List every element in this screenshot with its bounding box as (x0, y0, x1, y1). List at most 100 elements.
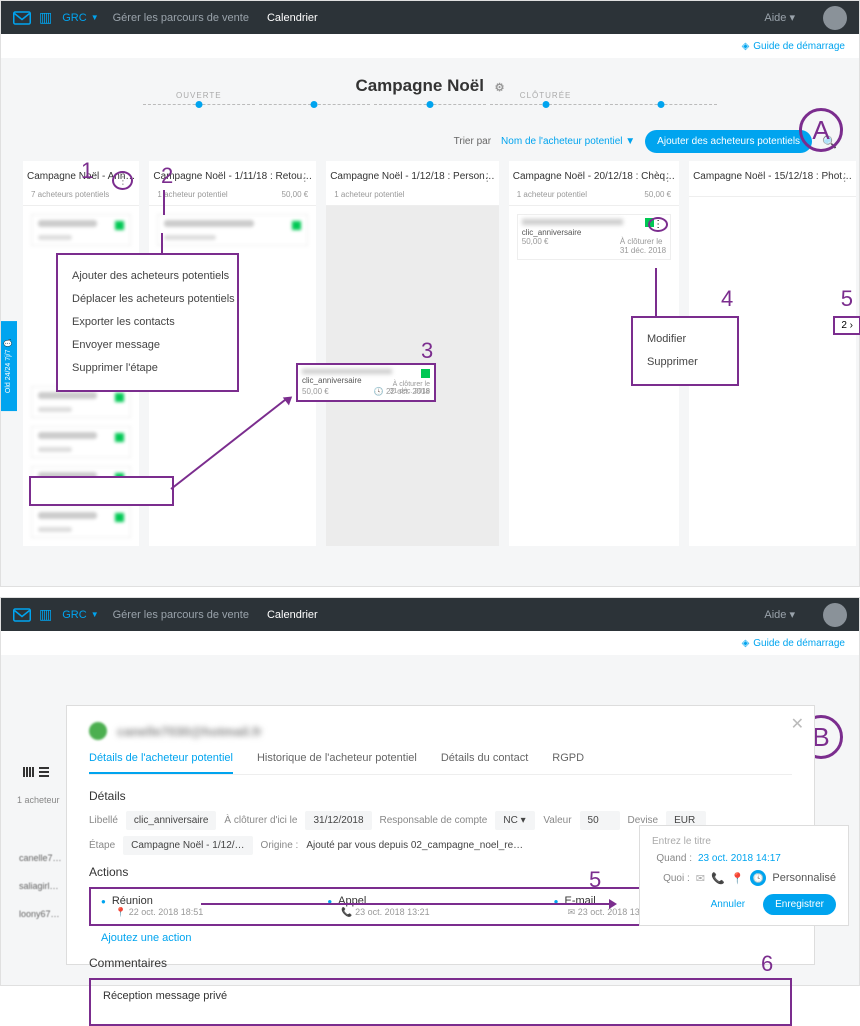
column-menu-icon[interactable]: ⋮ (299, 171, 310, 184)
list-item[interactable]: canelle70… (19, 853, 63, 863)
mail-icon[interactable]: ✉ (696, 872, 705, 885)
sub-bar: ◈ Guide de démarrage (1, 34, 859, 58)
stage-field[interactable]: Campagne Noël - 1/12/… (123, 836, 252, 855)
pager-next[interactable]: 2 › (833, 316, 860, 335)
mail-icon[interactable] (13, 608, 31, 622)
lead-card[interactable] (31, 214, 131, 246)
tab-contact-details[interactable]: Détails du contact (441, 752, 528, 774)
add-leads-button[interactable]: Ajouter des acheteurs potentiels (645, 130, 812, 153)
menu-item-add-leads[interactable]: Ajouter des acheteurs potentiels (72, 265, 223, 288)
avatar[interactable] (823, 6, 847, 30)
campaign-title: Campagne Noël (355, 76, 483, 95)
clock-icon[interactable]: 🕓 (750, 870, 766, 886)
app-icon[interactable]: ▥ (39, 9, 52, 26)
when-date-link[interactable]: 23 oct. 2018 14:17 (698, 853, 781, 864)
lead-count: 1 acheteur (17, 795, 60, 805)
help-menu[interactable]: Aide ▾ (764, 608, 795, 621)
grc-menu[interactable]: GRC (62, 12, 86, 24)
card-menu-icon[interactable]: ⋮ (648, 217, 668, 232)
menu-item-send-message[interactable]: Envoyer message (72, 334, 223, 357)
column-context-menu: Ajouter des acheteurs potentiels Déplace… (56, 253, 239, 392)
sort-dropdown[interactable]: Nom de l'acheteur potentiel ▼ (501, 136, 635, 147)
mail-icon[interactable] (13, 11, 31, 25)
action-meeting[interactable]: Réunion 📍 22 oct. 2018 18:51 (101, 895, 327, 918)
tab-gdpr[interactable]: RGPD (552, 752, 584, 774)
column-title: Campagne Noël - 20/12/18 : Chèq… (509, 161, 679, 188)
app-icon[interactable]: ▥ (39, 606, 52, 623)
list-item[interactable]: loony67@… (19, 909, 63, 919)
value-field[interactable]: 50 (580, 811, 620, 830)
menu-item-export-contacts[interactable]: Exporter les contacts (72, 311, 223, 334)
add-action-link[interactable]: Ajoutez une action (101, 932, 192, 944)
caret-down-icon[interactable]: ▼ (91, 13, 99, 22)
menu-item-move-leads[interactable]: Déplacer les acheteurs potentiels (72, 288, 223, 311)
sub-bar: ◈ Guide de démarrage (1, 631, 859, 655)
lead-card[interactable]: clic_anniversaire 50,00 € À clôturer le3… (517, 214, 671, 260)
nav-manage-sales[interactable]: Gérer les parcours de vente (113, 609, 249, 621)
feedback-tab[interactable]: Old 24/24 7j/7 💬 (1, 321, 17, 411)
lead-list-sidebar: canelle70… saliagirl@… loony67@… (19, 835, 63, 937)
grc-menu[interactable]: GRC (62, 609, 86, 621)
kanban-column: ⋮ Campagne Noël - 1/12/18 : Person… 1 ac… (326, 161, 499, 546)
view-toggle[interactable] (17, 765, 55, 779)
top-navbar: ▥ GRC ▼ Gérer les parcours de vente Cale… (1, 598, 859, 631)
screenshot-panel-b: ▥ GRC ▼ Gérer les parcours de vente Cale… (0, 597, 860, 986)
action-call[interactable]: Appel 📞 23 oct. 2018 13:21 (327, 895, 553, 918)
lead-detail-page: B 1 acheteur canelle70… saliagirl@… loon… (1, 655, 859, 985)
nav-manage-sales[interactable]: Gérer les parcours de vente (113, 12, 249, 24)
sort-bar: Trier par Nom de l'acheteur potentiel ▼ … (23, 130, 837, 153)
status-badge (89, 722, 107, 740)
arrow (201, 903, 611, 905)
gear-icon[interactable]: ⚙ (495, 82, 505, 94)
origin-text: Ajouté par vous depuis 02_campagne_noel_… (306, 840, 523, 851)
dragged-card-preview[interactable]: clic_anniversaire À clôturer le31 déc. 2… (296, 363, 436, 402)
close-date-field[interactable]: 31/12/2018 (305, 811, 371, 830)
list-item[interactable]: saliagirl@… (19, 881, 63, 891)
startup-guide-link[interactable]: Guide de démarrage (753, 41, 845, 52)
phone-icon[interactable]: 📞 (711, 872, 725, 885)
pin-icon[interactable]: 📍 (731, 872, 745, 885)
lead-card[interactable] (31, 506, 131, 538)
column-menu-icon[interactable]: ⋮ (482, 171, 493, 184)
menu-item-delete[interactable]: Supprimer (647, 351, 723, 374)
help-menu[interactable]: Aide ▾ (764, 11, 795, 24)
callout-6: 6 (761, 951, 773, 977)
tab-lead-details[interactable]: Détails de l'acheteur potentiel (89, 752, 233, 774)
callout-5b: 5 (589, 867, 601, 893)
startup-guide-link[interactable]: Guide de démarrage (753, 638, 845, 649)
menu-item-delete-step[interactable]: Supprimer l'étape (72, 357, 223, 380)
lead-card[interactable] (31, 426, 131, 458)
column-menu-icon[interactable]: ⋮ (839, 171, 850, 184)
callout-4: 4 (721, 286, 733, 312)
detail-tabs: Détails de l'acheteur potentiel Historiq… (89, 752, 792, 775)
status-indicator (421, 369, 430, 378)
column-menu-icon[interactable]: ⋮ (662, 171, 673, 184)
kanban-view-icon (23, 767, 35, 777)
menu-item-edit[interactable]: Modifier (647, 328, 723, 351)
comments-heading: Commentaires (89, 956, 792, 970)
action-title-input[interactable]: Entrez le titre (652, 836, 836, 847)
sort-label: Trier par (454, 136, 491, 147)
cancel-button[interactable]: Annuler (703, 894, 753, 915)
column-title: Campagne Noël - 15/12/18 : Phot… (689, 161, 856, 188)
lead-card[interactable] (157, 214, 308, 246)
diamond-icon: ◈ (742, 638, 750, 649)
save-button[interactable]: Enregistrer (763, 894, 836, 915)
add-action-popover: Entrez le titre Quand : 23 oct. 2018 14:… (639, 825, 849, 926)
avatar[interactable] (823, 603, 847, 627)
comment-textarea[interactable]: Réception message privé (89, 978, 792, 1026)
screenshot-panel-a: ▥ GRC ▼ Gérer les parcours de vente Cale… (0, 0, 860, 587)
nav-calendar[interactable]: Calendrier (267, 609, 318, 621)
custom-action-label: Personnalisé (772, 872, 836, 884)
nav-calendar[interactable]: Calendrier (267, 12, 318, 24)
connector (163, 190, 165, 215)
label-field[interactable]: clic_anniversaire (126, 811, 216, 830)
callout-2: 2 (161, 163, 173, 189)
close-icon[interactable]: ✕ (791, 714, 804, 734)
pipeline-track: OUVERTE CLÔTURÉE (143, 104, 717, 114)
tab-lead-history[interactable]: Historique de l'acheteur potentiel (257, 752, 417, 774)
owner-field[interactable]: NC ▾ (495, 811, 535, 830)
callout-5: 5 (841, 286, 853, 312)
callout-letter-a: A (799, 108, 843, 152)
caret-down-icon[interactable]: ▼ (91, 610, 99, 619)
